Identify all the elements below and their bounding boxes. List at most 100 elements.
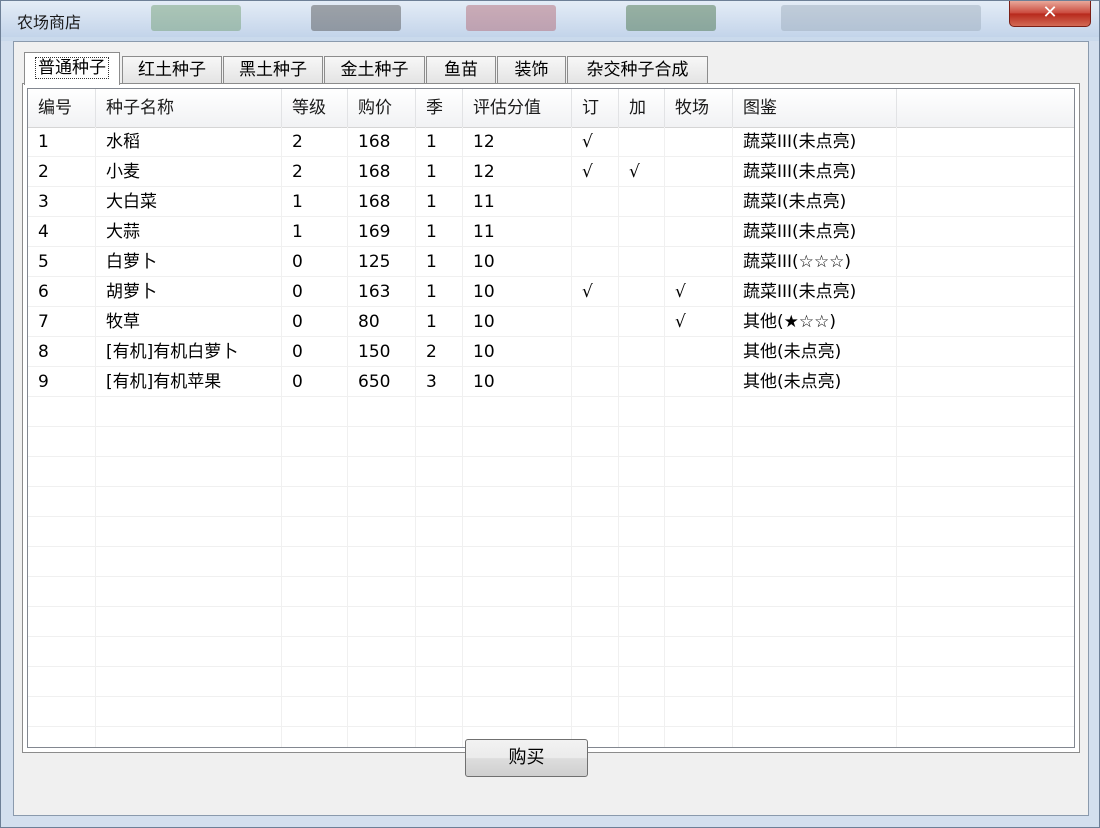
- table-row: [28, 607, 1074, 637]
- farm-shop-window: 农场商店 ✕ 普通种子 红土种子 黑土种子 金土种子 鱼苗 装饰 杂交种子合成 …: [0, 0, 1100, 828]
- cell-catalog: 其他(未点亮): [743, 372, 842, 392]
- cell-level: 0: [292, 342, 303, 362]
- cell-catalog: 其他(★☆☆): [743, 312, 836, 332]
- cell-seed-name: 水稻: [106, 132, 140, 152]
- cell-id: 1: [38, 132, 49, 152]
- column-header-order[interactable]: 订: [572, 89, 619, 127]
- table-row[interactable]: 6 胡萝卜 0 163 1 10 √ √ 蔬菜III(未点亮): [28, 277, 1074, 307]
- cell-ranch: √: [675, 312, 686, 332]
- tab-label: 普通种子: [35, 57, 109, 79]
- tab-decorations[interactable]: 装饰: [497, 56, 566, 84]
- cell-score: 11: [473, 222, 495, 242]
- cell-add: [619, 277, 665, 307]
- table-row[interactable]: 4 大蒜 1 169 1 11 蔬菜III(未点亮): [28, 217, 1074, 247]
- cell-id: 2: [38, 162, 49, 182]
- list-header: 编号 种子名称 等级 购价季评估分值订加牧场 图鉴: [28, 89, 1074, 128]
- cell-price: 80: [358, 312, 380, 332]
- cell-ranch: [665, 187, 733, 217]
- cell-level: 2: [292, 132, 303, 152]
- cell-score: 12: [473, 162, 495, 182]
- cell-catalog: 蔬菜III(未点亮): [743, 222, 857, 242]
- tab-red-soil-seeds[interactable]: 红土种子: [122, 56, 222, 84]
- cell-seed-name: 大白菜: [106, 192, 157, 212]
- column-header-seed-name[interactable]: 种子名称: [96, 89, 282, 127]
- table-row: [28, 547, 1074, 577]
- cell-ranch: [665, 157, 733, 187]
- cell-score: 10: [473, 342, 495, 362]
- background-toolbar-icon: [781, 5, 981, 31]
- table-row: [28, 397, 1074, 427]
- table-row[interactable]: 2 小麦 2 168 1 12 √ √ 蔬菜III(未点亮): [28, 157, 1074, 187]
- cell-id: 7: [38, 312, 49, 332]
- column-header-level[interactable]: 等级: [282, 89, 348, 127]
- cell-seed-name: 白萝卜: [106, 252, 157, 272]
- cell-score: 10: [473, 252, 495, 272]
- column-header-score[interactable]: 评估分值: [463, 89, 572, 127]
- tab-fish-fry[interactable]: 鱼苗: [426, 56, 496, 84]
- table-row[interactable]: 3 大白菜 1 168 1 11 蔬菜Ⅰ(未点亮): [28, 187, 1074, 217]
- cell-ranch: [665, 127, 733, 157]
- table-row[interactable]: 8 [有机]有机白萝卜 0 150 2 10 其他(未点亮): [28, 337, 1074, 367]
- cell-level: 0: [292, 312, 303, 332]
- table-row[interactable]: 9 [有机]有机苹果 0 650 3 10 其他(未点亮): [28, 367, 1074, 397]
- cell-seed-name: 小麦: [106, 162, 140, 182]
- tab-normal-seeds[interactable]: 普通种子: [24, 52, 120, 85]
- cell-order: [572, 217, 619, 247]
- cell-seed-name: [有机]有机苹果: [106, 372, 222, 392]
- cell-id: 6: [38, 282, 49, 302]
- column-header-id[interactable]: 编号: [28, 89, 96, 127]
- close-button[interactable]: ✕: [1009, 1, 1091, 27]
- table-row[interactable]: 5 白萝卜 0 125 1 10 蔬菜III(☆☆☆): [28, 247, 1074, 277]
- cell-price: 169: [358, 222, 391, 242]
- cell-seed-name: 牧草: [106, 312, 140, 332]
- cell-season: 1: [426, 192, 437, 212]
- cell-add: [619, 127, 665, 157]
- column-header-season[interactable]: 季: [416, 89, 463, 127]
- cell-order: √: [582, 162, 593, 182]
- shop-client-area: 普通种子 红土种子 黑土种子 金土种子 鱼苗 装饰 杂交种子合成 编号 种子名称等…: [13, 41, 1089, 816]
- column-header-catalog[interactable]: 图鉴: [733, 89, 897, 127]
- column-header-price[interactable]: 购价: [348, 89, 416, 127]
- cell-score: 11: [473, 192, 495, 212]
- cell-price: 650: [358, 372, 391, 392]
- cell-season: 1: [426, 282, 437, 302]
- cell-price: 168: [358, 192, 391, 212]
- cell-seed-name: 大蒜: [106, 222, 140, 242]
- column-header-ranch[interactable]: 牧场: [665, 89, 733, 127]
- cell-ranch: [665, 247, 733, 277]
- cell-id: 3: [38, 192, 49, 212]
- cell-add: [619, 367, 665, 397]
- cell-price: 168: [358, 162, 391, 182]
- cell-id: 4: [38, 222, 49, 242]
- title-bar[interactable]: 农场商店 ✕: [1, 1, 1099, 37]
- cell-price: 150: [358, 342, 391, 362]
- cell-add: [619, 217, 665, 247]
- column-header-add[interactable]: 加: [619, 89, 665, 127]
- cell-level: 2: [292, 162, 303, 182]
- tab-gold-soil-seeds[interactable]: 金土种子: [324, 56, 425, 84]
- buy-button[interactable]: 购买: [465, 739, 588, 777]
- cell-level: 1: [292, 222, 303, 242]
- cell-id: 8: [38, 342, 49, 362]
- tab-black-soil-seeds[interactable]: 黑土种子: [223, 56, 323, 84]
- cell-catalog: 蔬菜III(未点亮): [743, 282, 857, 302]
- cell-season: 2: [426, 342, 437, 362]
- cell-catalog: 蔬菜III(未点亮): [743, 132, 857, 152]
- cell-level: 0: [292, 252, 303, 272]
- seed-list[interactable]: 编号 种子名称 等级 购价季评估分值订加牧场 图鉴 1 水稻 2 168 1 12 √ 蔬菜III(未…: [27, 88, 1075, 748]
- background-toolbar-icon: [311, 5, 401, 31]
- table-row[interactable]: 7 牧草 0 80 1 10 √ 其他(★☆☆): [28, 307, 1074, 337]
- table-row[interactable]: 1 水稻 2 168 1 12 √ 蔬菜III(未点亮): [28, 127, 1074, 157]
- cell-season: 1: [426, 312, 437, 332]
- background-toolbar-icon: [151, 5, 241, 31]
- table-row: [28, 577, 1074, 607]
- table-row: [28, 487, 1074, 517]
- cell-season: 3: [426, 372, 437, 392]
- tab-hybrid-seed-synthesis[interactable]: 杂交种子合成: [567, 56, 708, 84]
- cell-score: 10: [473, 312, 495, 332]
- cell-season: 1: [426, 222, 437, 242]
- cell-id: 9: [38, 372, 49, 392]
- cell-order: √: [582, 282, 593, 302]
- cell-order: [572, 247, 619, 277]
- cell-id: 5: [38, 252, 49, 272]
